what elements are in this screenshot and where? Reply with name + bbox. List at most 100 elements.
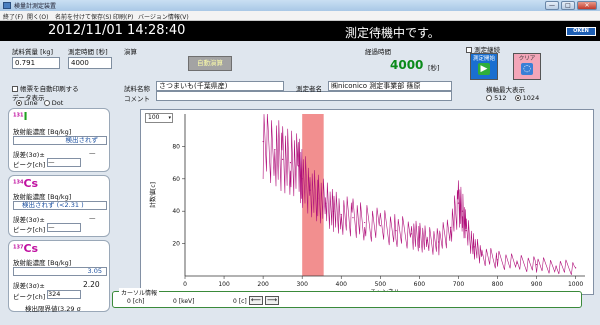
cursor-info-title: カーソル情報 bbox=[119, 288, 160, 297]
window-title: 検量計測定装置 bbox=[14, 3, 57, 10]
meas-time-input[interactable]: 4000 bbox=[68, 57, 112, 69]
spectrum-point bbox=[473, 246, 475, 248]
y-axis-label: 計数値[c] bbox=[149, 182, 157, 208]
iodine-131-panel: 131I 放射能濃度 [Bq/kg] 検出されず 誤差(3σ)± — ピーク[c… bbox=[8, 108, 110, 172]
ymax-select[interactable]: 100 ▾ bbox=[145, 113, 173, 123]
operator-input[interactable]: ㈱niconico 測定事業部 篠原 bbox=[328, 81, 452, 91]
axis-1024-label: 1024 bbox=[522, 94, 540, 102]
chevron-down-icon: ▾ bbox=[168, 115, 171, 121]
axis-max-label: 横軸最大表示 bbox=[486, 86, 525, 94]
spectrum-point bbox=[332, 210, 335, 212]
cs-137-peak-value: 324 bbox=[47, 290, 81, 299]
y-tick-label: 40 bbox=[172, 208, 180, 215]
spectrum-point bbox=[340, 213, 342, 216]
menu-item-print[interactable]: 印刷(P) bbox=[113, 12, 133, 21]
spectrum-svg: 0 100 200 300 400 500 600 700 800 900 1000 20 40 60 80… bbox=[149, 113, 585, 296]
x-tick-label: 200 bbox=[257, 281, 269, 288]
calc-label: 演算 bbox=[124, 48, 137, 56]
dot-radio-label: Dot bbox=[51, 99, 64, 107]
spectrum-point bbox=[325, 202, 327, 204]
axis-max-radios[interactable]: 512 1024 bbox=[486, 94, 539, 102]
cs-137-panel: 137Cs 放射能濃度 [Bq/kg] 3.05 誤差(3σ)± 2.20 ピー… bbox=[8, 240, 110, 313]
spectrum-point bbox=[535, 264, 538, 266]
spectrum-point bbox=[364, 221, 366, 224]
x-tick-label: 500 bbox=[375, 281, 387, 288]
ymax-select-value: 100 bbox=[148, 114, 160, 121]
iodine-131-title: 131I bbox=[13, 110, 28, 123]
spectrum-chart: 0 100 200 300 400 500 600 700 800 900 1000 20 40 60 80… bbox=[140, 109, 594, 296]
x-tick-label: 100 bbox=[218, 281, 230, 288]
menu-item-exit[interactable]: 終了(F) bbox=[3, 12, 23, 21]
window-titlebar: 検量計測定装置 — □ ✕ bbox=[0, 0, 600, 11]
elapsed-value: 4000 bbox=[390, 58, 424, 72]
menu-item-version[interactable]: バージョン情報(V) bbox=[138, 12, 189, 21]
spectrum-point bbox=[457, 202, 460, 204]
axis-1024-radio[interactable] bbox=[514, 95, 521, 101]
cs-137-detect-limit: 検出限界値(3.29 σ bbox=[25, 305, 81, 313]
sample-mass-label: 試料質量 [kg] bbox=[12, 48, 54, 56]
dot-radio-dot[interactable] bbox=[43, 100, 50, 106]
spectrum-point bbox=[481, 254, 483, 256]
cs-134-title: 134Cs bbox=[13, 177, 38, 190]
iodine-131-peak-label: ピーク[ch] bbox=[13, 161, 46, 169]
cursor-right-button[interactable]: ⟶ bbox=[265, 296, 279, 305]
x-tick-label: 300 bbox=[296, 281, 308, 288]
clear-button-label: クリア bbox=[518, 56, 536, 62]
axis-512-radio[interactable] bbox=[486, 95, 492, 101]
spectrum-point bbox=[274, 149, 276, 151]
x-tick-label: 0 bbox=[183, 281, 187, 288]
minimize-button[interactable]: — bbox=[545, 1, 559, 10]
cs-137-title: 137Cs bbox=[13, 242, 38, 255]
cs-137-peak-label: ピーク[ch] bbox=[13, 293, 46, 301]
spectrum-point bbox=[418, 236, 420, 238]
spectrum-point bbox=[438, 241, 440, 243]
elapsed-unit: [秒] bbox=[428, 64, 440, 72]
spectrum-point bbox=[289, 162, 292, 164]
start-button[interactable]: 測定開始 ▶ bbox=[470, 53, 498, 80]
spectrum-point bbox=[301, 178, 303, 180]
close-button[interactable]: ✕ bbox=[577, 1, 597, 10]
auto-calc-button[interactable]: 自動演算 bbox=[188, 56, 232, 71]
status-banner: 2012/11/01 14:28:40 測定待機中です。 OKEN bbox=[0, 21, 600, 41]
menu-item-open[interactable]: 開く(O) bbox=[27, 12, 48, 21]
x-tick-label: 400 bbox=[336, 281, 348, 288]
sample-name-input[interactable]: さつまいも(千葉県産) bbox=[156, 81, 284, 91]
spectrum-point bbox=[555, 265, 557, 267]
spectrum-point bbox=[461, 210, 463, 212]
cursor-count: 0 [c] bbox=[233, 298, 247, 305]
menubar: 終了(F) 開く(O) 名前を付けて保存(S) 印刷(P) バージョン情報(V) bbox=[0, 11, 600, 21]
iodine-131-err-value: — bbox=[89, 149, 96, 157]
axis-512-label: 512 bbox=[494, 94, 507, 102]
cs-134-peak-value: — bbox=[47, 223, 81, 232]
spectrum-point bbox=[450, 226, 452, 228]
maximize-button[interactable]: □ bbox=[561, 1, 575, 10]
cursor-info-panel: カーソル情報 0 [ch] 0 [keV] 0 [c] ⟵ ⟶ bbox=[112, 288, 582, 308]
meas-time-label: 測定時間 [秒] bbox=[68, 48, 108, 56]
menu-item-save-as[interactable]: 名前を付けて保存(S) bbox=[55, 12, 112, 21]
x-tick-label: 700 bbox=[453, 281, 465, 288]
spectrum-point bbox=[352, 217, 354, 219]
y-tick-label: 20 bbox=[172, 241, 180, 248]
cs-134-err-value: — bbox=[89, 214, 96, 222]
spectrum-point bbox=[426, 239, 428, 241]
y-tick-label: 80 bbox=[172, 143, 180, 150]
clear-button[interactable]: クリア ◌ bbox=[513, 53, 541, 80]
line-radio-dot[interactable] bbox=[16, 100, 22, 106]
spectrum-point bbox=[379, 225, 381, 227]
line-radio-label: Line bbox=[24, 99, 38, 107]
sample-mass-input[interactable]: 0.791 bbox=[12, 57, 60, 69]
line-radio[interactable]: Line Dot bbox=[16, 99, 63, 107]
x-tick-label: 1000 bbox=[568, 281, 583, 288]
cs-134-conc-value: 検出されず (<2.31 ) bbox=[13, 201, 107, 210]
status-message: 測定待機中です。 bbox=[345, 26, 440, 40]
iodine-131-element: I bbox=[23, 110, 28, 123]
spectrum-point bbox=[317, 197, 319, 199]
cursor-left-button[interactable]: ⟵ bbox=[249, 296, 263, 305]
operator-label: 測定者名 bbox=[296, 85, 322, 93]
iodine-131-err-label: 誤差(3σ)± bbox=[13, 151, 45, 159]
cs-134-mass: 134 bbox=[13, 179, 24, 186]
spectrum-point bbox=[465, 230, 467, 232]
cs-134-err-label: 誤差(3σ)± bbox=[13, 216, 45, 224]
iodine-131-mass: 131 bbox=[13, 112, 24, 119]
y-tick-label: 60 bbox=[172, 176, 180, 183]
